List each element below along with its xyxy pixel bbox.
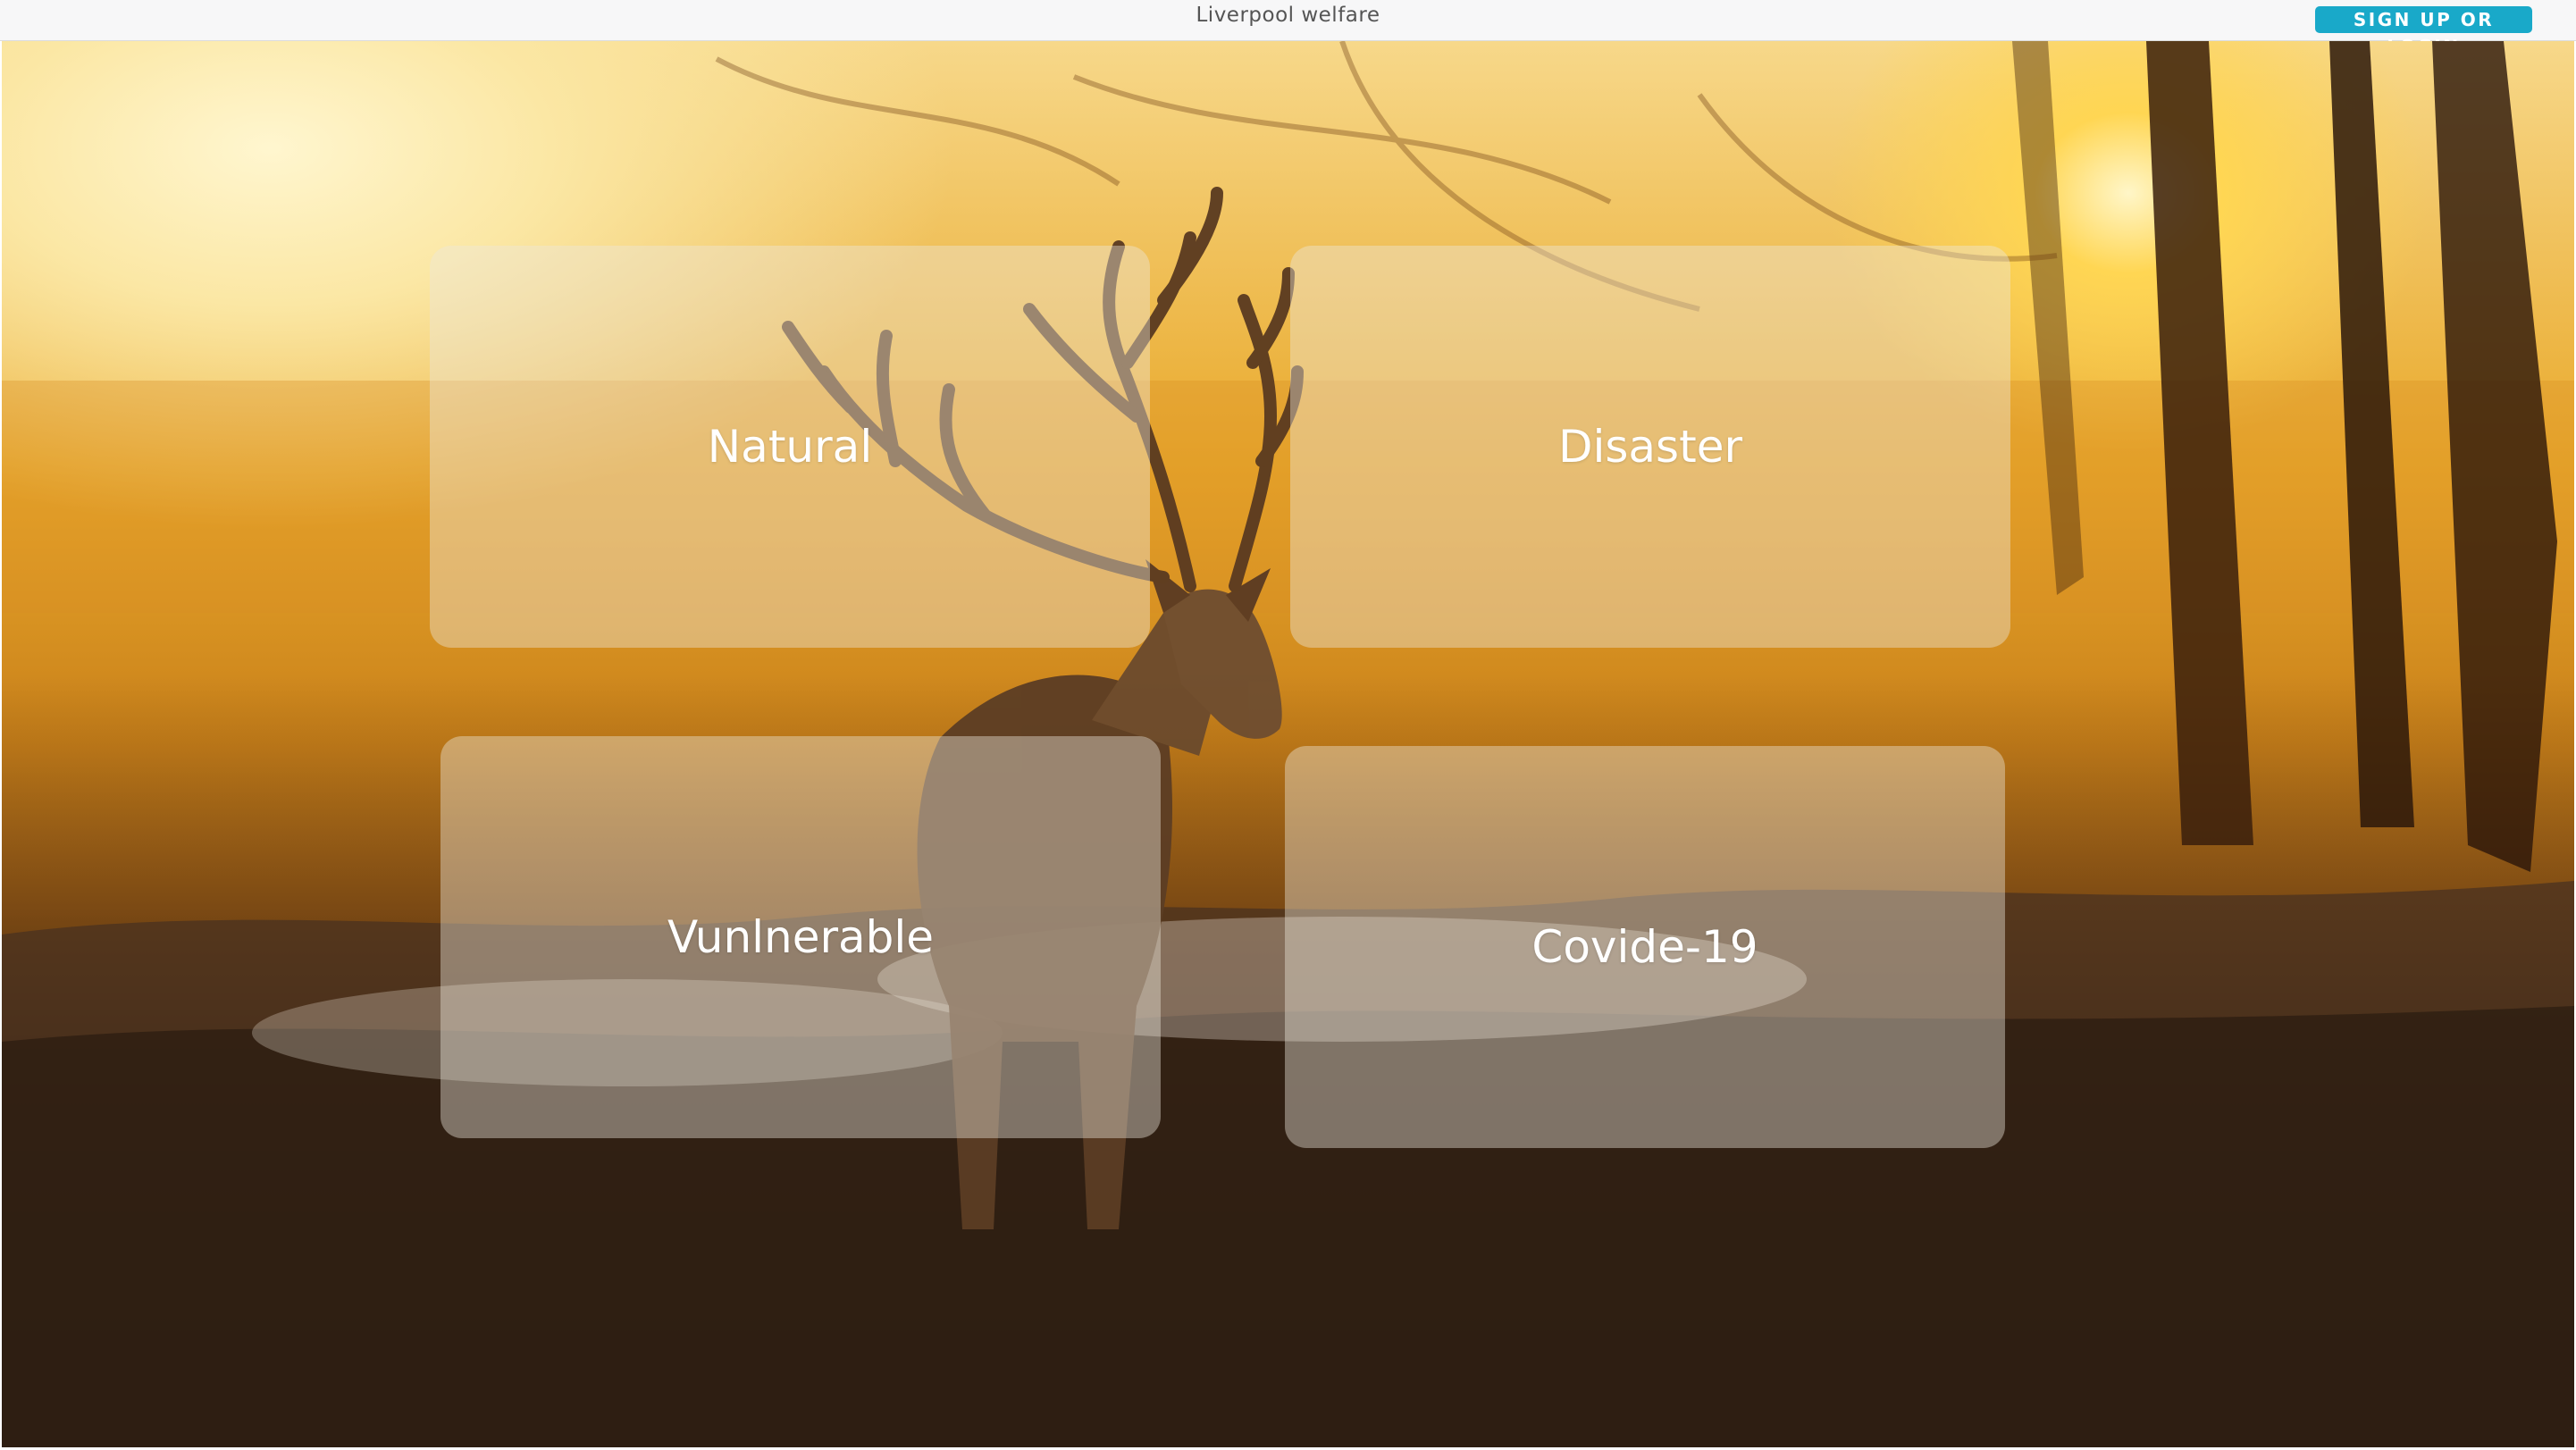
category-card-vulnerable[interactable]: Vunlnerable <box>441 736 1161 1138</box>
category-card-disaster[interactable]: Disaster <box>1290 246 2010 648</box>
forest-deer-illustration <box>2 41 2574 1447</box>
card-label: Covide-19 <box>1531 921 1758 973</box>
signup-login-button[interactable]: SIGN UP OR LOGIN <box>2315 6 2532 57</box>
app-title: Liverpool welfare <box>1196 4 1380 27</box>
page: Liverpool welfare SIGN UP OR LOGIN <box>0 0 2576 1450</box>
card-label: Disaster <box>1557 421 1743 473</box>
top-bar: Liverpool welfare SIGN UP OR LOGIN <box>0 0 2576 57</box>
card-label: Vunlnerable <box>667 911 935 963</box>
hero-background-image <box>2 41 2574 1447</box>
category-card-natural[interactable]: Natural <box>430 246 1150 648</box>
card-label: Natural <box>707 421 873 473</box>
category-card-covid-19[interactable]: Covide-19 <box>1285 746 2005 1148</box>
tree-trunk <box>2432 41 2557 872</box>
